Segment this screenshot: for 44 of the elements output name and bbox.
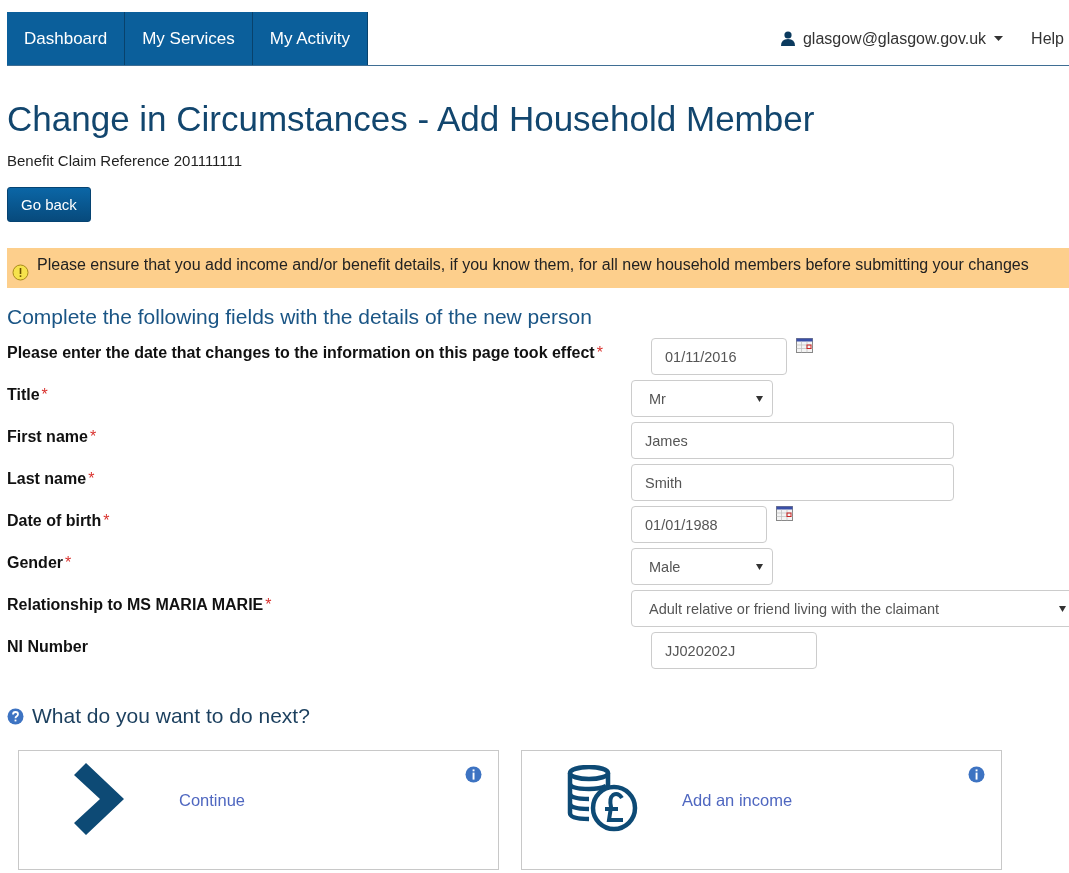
option-card[interactable]: Add an income xyxy=(521,750,1002,870)
section-heading: What do you want to do next? xyxy=(32,704,310,728)
dropdown[interactable]: Adult relative or friend living with the claimant xyxy=(631,590,1069,627)
warning-icon xyxy=(12,264,29,281)
field-label: Please enter the date that changes to the information on this page took effect* xyxy=(7,343,604,363)
calendar-icon[interactable] xyxy=(776,506,793,521)
coins-pound-icon xyxy=(565,765,639,833)
claim-reference: Benefit Claim Reference 201111111 xyxy=(7,152,244,169)
field-label: Relationship to MS MARIA MARIE* xyxy=(7,595,273,615)
caret-icon[interactable] xyxy=(1059,605,1066,612)
field-label: Gender* xyxy=(7,553,73,573)
date-field[interactable]: 01/11/2016 xyxy=(651,338,787,375)
go-back-button[interactable]: Go back xyxy=(7,187,91,222)
field-label: Date of birth* xyxy=(7,511,111,531)
help-link[interactable]: Help xyxy=(1031,12,1069,65)
field-label: Last name* xyxy=(7,469,96,489)
nav-tab[interactable]: My Services xyxy=(125,12,253,65)
section-heading: Complete the following fields with the details of the new person xyxy=(7,305,593,329)
chevron-icon xyxy=(74,763,124,835)
option-link[interactable]: Continue xyxy=(179,791,246,810)
text-field[interactable]: JJ020202J xyxy=(651,632,817,669)
caret-icon[interactable] xyxy=(756,395,763,402)
page-title: Change in Circumstances - Add Household Member xyxy=(7,99,816,139)
dropdown[interactable]: Mr xyxy=(631,380,773,417)
option-card[interactable]: Continue xyxy=(18,750,499,870)
caret-icon[interactable] xyxy=(756,563,763,570)
text-field[interactable]: Smith xyxy=(631,464,954,501)
dropdown[interactable]: Male xyxy=(631,548,773,585)
field-label: NI Number xyxy=(7,637,89,657)
date-field[interactable]: 01/01/1988 xyxy=(631,506,767,543)
caret-icon[interactable] xyxy=(994,36,1004,41)
nav-tab[interactable]: My Activity xyxy=(252,12,369,65)
user-icon xyxy=(780,31,795,46)
user-menu[interactable]: glasgow@glasgow.gov.uk xyxy=(802,29,987,48)
field-label: Title* xyxy=(7,385,49,405)
info-icon[interactable] xyxy=(968,766,985,783)
field-label: First name* xyxy=(7,427,98,447)
option-link[interactable]: Add an income xyxy=(682,791,793,810)
alert-message: Please ensure that you add income and/or benefit details, if you know them, for all new household members before submitting your changes xyxy=(37,255,1029,274)
nav-tab[interactable]: Dashboard xyxy=(7,12,126,65)
text-field[interactable]: James xyxy=(631,422,954,459)
help-icon xyxy=(7,707,24,725)
calendar-icon[interactable] xyxy=(796,338,813,353)
info-icon[interactable] xyxy=(465,766,482,783)
